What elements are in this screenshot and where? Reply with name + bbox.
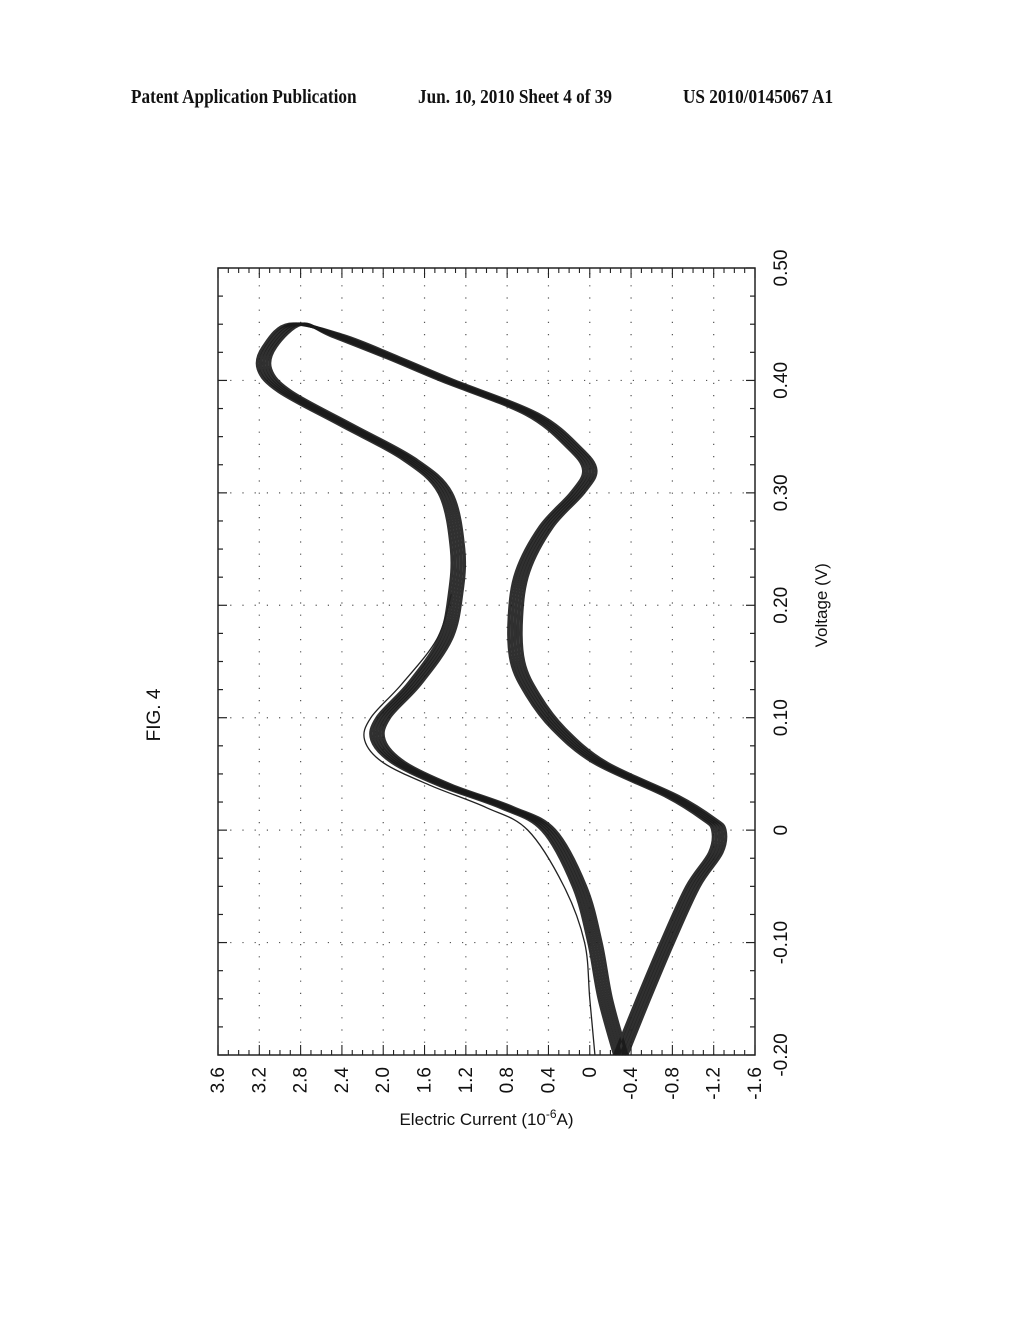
cv-cycle-trace xyxy=(268,322,715,1056)
current-tick-label: 3.6 xyxy=(208,1067,229,1093)
current-tick-label: 0.8 xyxy=(497,1067,518,1093)
voltage-tick-label: 0.30 xyxy=(771,474,792,511)
current-tick-label: -1.6 xyxy=(745,1067,766,1100)
current-tick-label: -0.8 xyxy=(662,1067,683,1100)
current-tick-label: 1.2 xyxy=(456,1067,477,1093)
current-axis-title: Electric Current (10-6A) xyxy=(399,1107,573,1129)
figure-4-chart: FIG. 4 -0.20-0.1000.100.200.300.400.50-1… xyxy=(144,250,831,1129)
current-axis-title-main: Electric Current (10 xyxy=(399,1110,545,1129)
current-tick-label: 2.4 xyxy=(332,1067,353,1094)
voltage-tick-label: -0.20 xyxy=(771,1033,792,1076)
voltage-tick-label: 0.50 xyxy=(771,250,792,287)
current-tick-label: 1.6 xyxy=(415,1067,436,1093)
current-tick-label: 3.2 xyxy=(249,1067,270,1093)
voltage-tick-label: 0.10 xyxy=(771,699,792,736)
current-tick-label: 0.4 xyxy=(538,1067,559,1094)
voltage-tick-label: -0.10 xyxy=(771,921,792,964)
voltage-tick-label: 0.20 xyxy=(771,587,792,624)
voltage-tick-label: 0 xyxy=(771,825,792,836)
current-axis-title-suffix: A) xyxy=(557,1110,574,1129)
plot-area: -0.20-0.1000.100.200.300.400.50-1.6-1.2-… xyxy=(208,250,831,1129)
voltage-axis-title: Voltage (V) xyxy=(812,563,831,647)
cv-cycle-trace xyxy=(261,322,722,1056)
current-tick-label: -0.4 xyxy=(621,1067,642,1100)
current-tick-label: -1.2 xyxy=(704,1067,725,1100)
current-axis-title-exponent: -6 xyxy=(546,1107,557,1121)
cv-cycle-trace xyxy=(255,322,728,1056)
cv-cycle-trace xyxy=(264,322,719,1056)
cv-first-cycle-trace xyxy=(363,593,596,1056)
current-tick-label: 2.8 xyxy=(291,1067,312,1093)
current-tick-label: 0 xyxy=(580,1067,601,1078)
figure-label: FIG. 4 xyxy=(144,688,165,741)
current-tick-label: 2.0 xyxy=(373,1067,394,1093)
voltage-tick-label: 0.40 xyxy=(771,362,792,399)
cv-cycle-trace xyxy=(258,322,725,1056)
